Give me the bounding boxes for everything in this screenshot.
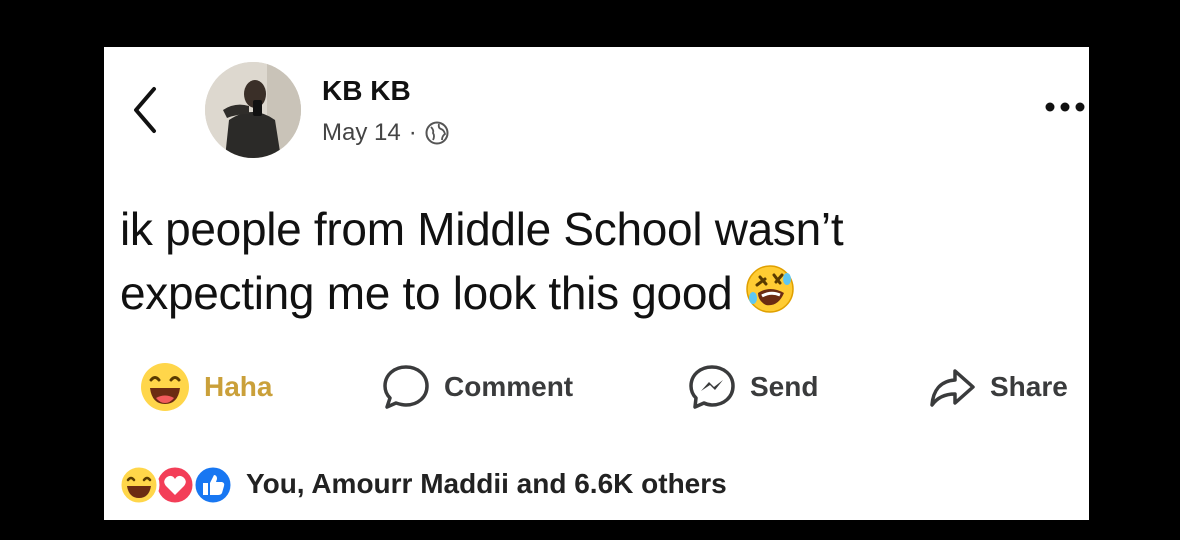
post-date[interactable]: May 14 bbox=[322, 119, 401, 147]
haha-reaction-icon bbox=[118, 464, 160, 511]
meta-separator: · bbox=[408, 119, 417, 146]
reaction-icons bbox=[118, 464, 236, 506]
share-label: Share bbox=[990, 371, 1068, 402]
rolling-on-floor-laughing-emoji-icon bbox=[744, 263, 796, 331]
comment-label: Comment bbox=[444, 371, 574, 402]
haha-emoji-icon bbox=[141, 363, 189, 411]
comment-button[interactable]: Comment bbox=[382, 359, 573, 415]
post-text-line-2: expecting me to look this good bbox=[120, 261, 1060, 331]
messenger-icon bbox=[689, 365, 735, 409]
more-dots-icon bbox=[1045, 102, 1085, 112]
avatar[interactable] bbox=[205, 62, 301, 158]
send-label: Send bbox=[750, 371, 819, 402]
like-reaction-icon bbox=[192, 464, 234, 511]
back-button[interactable] bbox=[130, 85, 162, 135]
love-reaction-icon bbox=[154, 464, 196, 511]
chevron-left-icon bbox=[134, 87, 156, 133]
share-button[interactable]: Share bbox=[928, 359, 1068, 415]
post-meta: May 14 · bbox=[322, 119, 449, 147]
post-card: KB KB May 14 · ik people from Middle Sch… bbox=[104, 47, 1089, 520]
comment-bubble-icon bbox=[383, 365, 429, 409]
haha-reaction-button[interactable]: Haha bbox=[140, 359, 272, 415]
more-options-button[interactable] bbox=[1042, 99, 1088, 115]
reactions-summary[interactable]: You, Amourr Maddii and 6.6K others bbox=[118, 461, 727, 507]
send-button[interactable]: Send bbox=[688, 359, 818, 415]
share-arrow-icon bbox=[930, 369, 975, 407]
post-text-line-1: ik people from Middle School wasn’t bbox=[120, 203, 844, 255]
reactions-summary-text[interactable]: You, Amourr Maddii and 6.6K others bbox=[246, 468, 727, 500]
post-text-line-2-text: expecting me to look this good bbox=[120, 267, 733, 319]
globe-icon bbox=[425, 121, 449, 145]
haha-label: Haha bbox=[204, 371, 273, 402]
author-name[interactable]: KB KB bbox=[322, 75, 411, 107]
post-text: ik people from Middle School wasn’t expe… bbox=[120, 197, 1060, 331]
post-actions-bar: Haha Comment Send Share bbox=[104, 359, 1089, 415]
